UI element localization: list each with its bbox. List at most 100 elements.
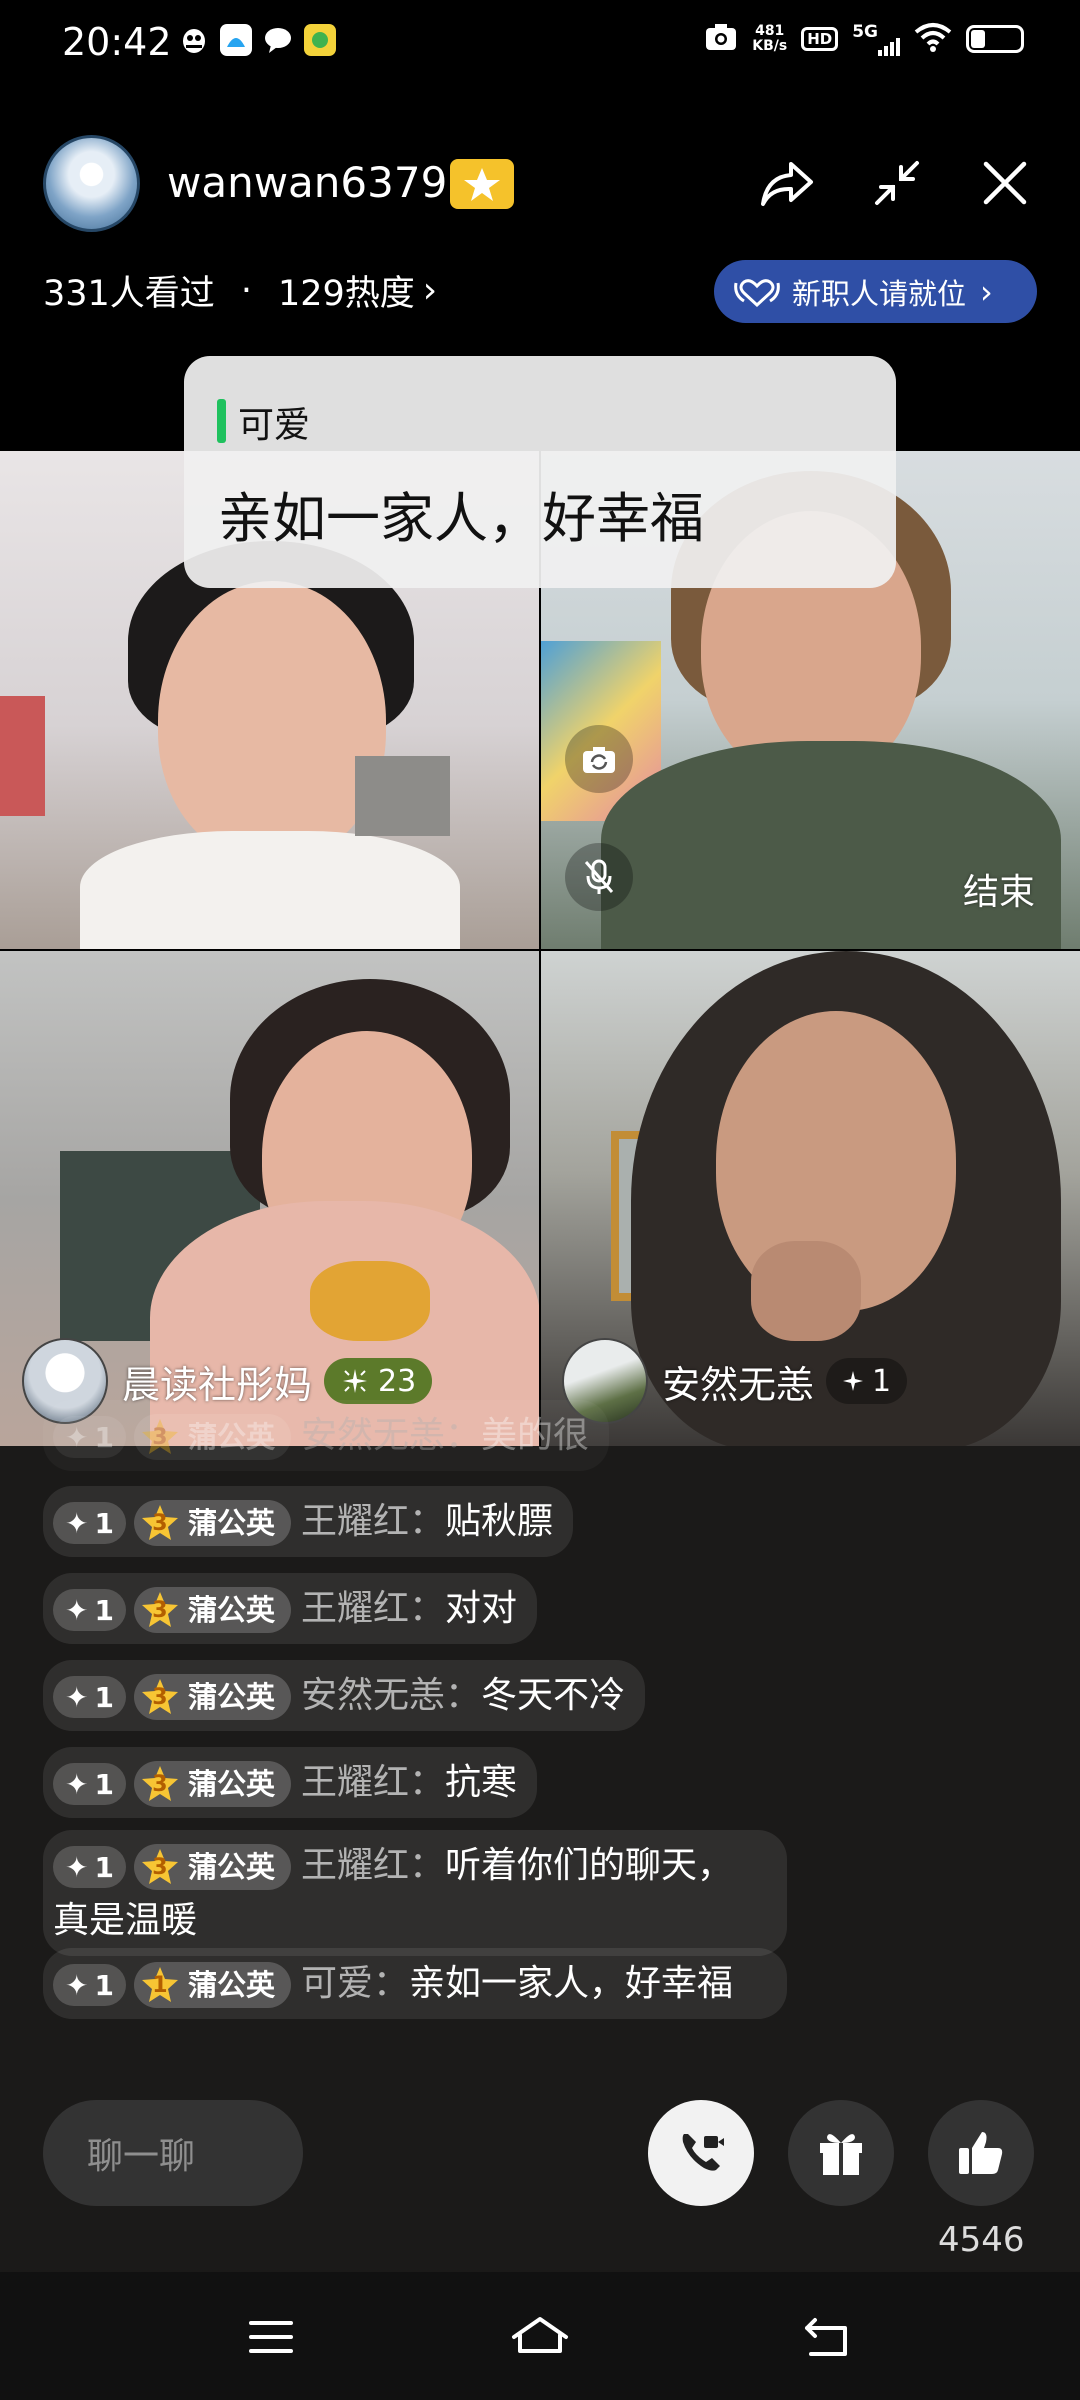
mute-mic-button[interactable] bbox=[565, 843, 633, 911]
back-button[interactable] bbox=[791, 2302, 861, 2372]
hand-shape bbox=[751, 1241, 861, 1341]
speaker-fans-count: 1 bbox=[872, 1363, 892, 1399]
host-name[interactable]: wanwan6379 bbox=[167, 158, 447, 207]
plus-chip: ✦ 1 bbox=[53, 1502, 126, 1544]
status-indicators: 481 KB/s HD 5G bbox=[704, 22, 1024, 56]
wall-poster bbox=[0, 696, 45, 816]
home-icon bbox=[512, 2317, 568, 2353]
fan-club-name: 蒲公英 bbox=[187, 1766, 275, 1801]
fan-club-name: 蒲公英 bbox=[187, 1849, 275, 1884]
back-icon bbox=[805, 2318, 847, 2356]
sparkle-icon: ✦ bbox=[65, 1506, 89, 1540]
star-level-icon: 3 bbox=[140, 1417, 180, 1457]
plus-count: 1 bbox=[94, 1767, 114, 1801]
plus-chip: ✦ 1 bbox=[53, 1416, 126, 1458]
close-button[interactable] bbox=[970, 148, 1040, 218]
message-bubble-icon bbox=[262, 24, 294, 56]
call-button[interactable] bbox=[648, 2100, 754, 2206]
minimize-icon bbox=[875, 161, 919, 205]
chat-message[interactable]: ✦ 1 3 蒲公英 王耀红：对对 bbox=[43, 1573, 537, 1644]
fan-club-name: 蒲公英 bbox=[187, 1967, 275, 2002]
home-button[interactable] bbox=[505, 2302, 575, 2372]
fan-badge: 3 蒲公英 bbox=[133, 1761, 291, 1807]
share-button[interactable] bbox=[752, 148, 822, 218]
sparkle-icon: ✦ bbox=[65, 1593, 89, 1627]
fan-club-name: 蒲公英 bbox=[187, 1592, 275, 1627]
minimize-button[interactable] bbox=[862, 148, 932, 218]
room-stats[interactable]: 331人看过 · 129热度 › bbox=[43, 265, 437, 316]
chat-text: 抗寒 bbox=[444, 1762, 517, 1803]
sparkle-icon bbox=[343, 1369, 368, 1393]
chat-message[interactable]: ✦ 1 3 蒲公英 王耀红：听着你们的聊天，真是温暖 bbox=[43, 1830, 787, 1956]
menu-icon bbox=[249, 2321, 293, 2353]
fan-club-name: 蒲公英 bbox=[187, 1679, 275, 1714]
plus-count: 1 bbox=[94, 1506, 114, 1540]
chat-username[interactable]: 王耀红： bbox=[301, 1501, 445, 1542]
chat-message[interactable]: ✦ 1 3 蒲公英 安然无恙：美的很 bbox=[43, 1400, 609, 1471]
chat-message[interactable]: ✦ 1 3 蒲公英 安然无恙：冬天不冷 bbox=[43, 1660, 645, 1731]
chat-list[interactable]: ✦ 1 3 蒲公英 安然无恙：美的很 ✦ 1 3 蒲公英 王耀红：贴秋膘 ✦ 1 3 蒲公英 王耀红：对… bbox=[0, 1400, 1080, 2070]
chat-input[interactable]: 聊一聊 bbox=[43, 2100, 303, 2206]
chat-username[interactable]: 安然无恙： bbox=[301, 1675, 481, 1716]
fan-level: 3 bbox=[152, 1424, 168, 1450]
sweater-shape bbox=[310, 1261, 430, 1341]
chat-message[interactable]: ✦ 1 1 蒲公英 可爱：亲如一家人，好幸福 bbox=[43, 1948, 787, 2019]
star-badge-icon bbox=[464, 168, 500, 201]
net-speed-unit: KB/s bbox=[752, 38, 788, 54]
fan-badge: 3 蒲公英 bbox=[133, 1587, 291, 1633]
speaker-fans-count: 23 bbox=[378, 1363, 417, 1399]
switch-camera-button[interactable] bbox=[565, 725, 633, 793]
fan-level: 3 bbox=[152, 1771, 168, 1797]
chat-username[interactable]: 安然无恙： bbox=[301, 1415, 481, 1456]
plus-count: 1 bbox=[94, 1968, 114, 2002]
recruit-button[interactable]: 新职人请就位 › bbox=[714, 260, 1037, 323]
signal-indicator: 5G bbox=[852, 22, 900, 56]
plus-count: 1 bbox=[94, 1850, 114, 1884]
hd-badge: HD bbox=[801, 27, 839, 51]
popup-accent-bar bbox=[217, 399, 226, 443]
chat-username[interactable]: 可爱： bbox=[301, 1963, 409, 2004]
fan-badge: 3 蒲公英 bbox=[133, 1414, 291, 1460]
scarf-shape bbox=[80, 831, 460, 949]
fan-badge: 3 蒲公英 bbox=[133, 1674, 291, 1720]
wifi-icon bbox=[914, 22, 952, 56]
host-avatar[interactable] bbox=[43, 135, 140, 232]
gift-button[interactable] bbox=[788, 2100, 894, 2206]
mic-off-icon bbox=[584, 859, 614, 894]
signal-bars-icon bbox=[878, 36, 900, 56]
status-time: 20:42 bbox=[62, 20, 172, 64]
switch-camera-icon bbox=[583, 747, 615, 773]
net-speed-value: 481 bbox=[755, 23, 785, 39]
recent-apps-button[interactable] bbox=[236, 2302, 306, 2372]
plus-count: 1 bbox=[94, 1420, 114, 1454]
chat-username[interactable]: 王耀红： bbox=[301, 1845, 445, 1886]
app-green-icon bbox=[304, 24, 336, 56]
qq-penguin-icon bbox=[178, 24, 210, 56]
like-button[interactable] bbox=[928, 2100, 1034, 2206]
face-shape bbox=[158, 581, 386, 861]
sparkle-icon: ✦ bbox=[65, 1767, 89, 1801]
fan-level: 3 bbox=[152, 1854, 168, 1880]
jacket-shape bbox=[601, 741, 1061, 949]
star-level-icon: 1 bbox=[140, 1965, 180, 2005]
fan-badge: 1 蒲公英 bbox=[133, 1962, 291, 2008]
status-bar: 20:42 481 KB/s HD 5G bbox=[0, 0, 1080, 90]
fan-club-name: 蒲公英 bbox=[187, 1419, 275, 1454]
popup-user: 可爱 bbox=[238, 405, 311, 446]
thumbs-up-icon bbox=[959, 2132, 1003, 2174]
plus-chip: ✦ 1 bbox=[53, 1964, 126, 2006]
plus-chip: ✦ 1 bbox=[53, 1846, 126, 1888]
chat-username[interactable]: 王耀红： bbox=[301, 1762, 445, 1803]
chat-message[interactable]: ✦ 1 3 蒲公英 王耀红：贴秋膘 bbox=[43, 1486, 573, 1557]
end-call-button[interactable]: 结束 bbox=[963, 863, 1035, 915]
chat-message[interactable]: ✦ 1 3 蒲公英 王耀红：抗寒 bbox=[43, 1747, 537, 1818]
system-nav-bar bbox=[0, 2272, 1080, 2400]
chat-text: 贴秋膘 bbox=[444, 1501, 553, 1542]
phone-call-icon bbox=[682, 2134, 724, 2171]
chat-text: 亲如一家人，好幸福 bbox=[408, 1963, 733, 2004]
star-level-icon: 3 bbox=[140, 1677, 180, 1717]
sparkle-icon: ✦ bbox=[65, 1968, 89, 2002]
wings-heart-icon bbox=[734, 278, 780, 307]
chat-username[interactable]: 王耀红： bbox=[301, 1588, 445, 1629]
fan-level: 1 bbox=[152, 1972, 168, 1998]
